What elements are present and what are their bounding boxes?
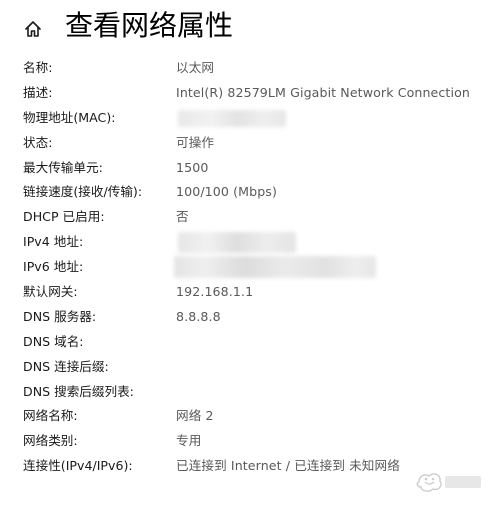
property-row: DNS 搜索后缀列表: — [0, 380, 497, 405]
property-label: DNS 域名: — [23, 333, 84, 349]
property-label: IPv6 地址: — [23, 259, 84, 275]
property-label: DHCP 已启用: — [23, 209, 105, 225]
property-label: 最大传输单元: — [23, 159, 103, 175]
property-row: 描述: Intel(R) 82579LM Gigabit Network Con… — [0, 81, 497, 106]
property-row: IPv4 地址: — [0, 230, 497, 255]
property-value[interactable]: 专用 — [176, 429, 201, 454]
redacted-value — [178, 232, 296, 254]
property-row: DNS 连接后缀: — [0, 355, 497, 380]
property-row: IPv6 地址: — [0, 255, 497, 280]
property-row: DNS 域名: — [0, 330, 497, 355]
property-value[interactable]: 192.168.1.1 — [176, 280, 253, 305]
home-button[interactable] — [18, 15, 48, 43]
redacted-value — [174, 256, 376, 279]
property-label: 默认网关: — [23, 284, 78, 300]
watermark-logo — [416, 473, 481, 492]
property-label: 状态: — [23, 134, 53, 150]
property-label: 连接性(IPv4/IPv6): — [23, 458, 133, 474]
property-value[interactable]: 100/100 (Mbps) — [176, 180, 277, 205]
property-value[interactable]: 已连接到 Internet / 已连接到 未知网络 — [176, 454, 400, 479]
property-label: 物理地址(MAC): — [23, 109, 116, 125]
property-label: 描述: — [23, 84, 53, 100]
header: 查看网络属性 — [0, 0, 497, 56]
property-row: 网络类别: 专用 — [0, 429, 497, 454]
property-value[interactable]: 否 — [176, 205, 189, 230]
property-label: DNS 服务器: — [23, 308, 97, 324]
property-label: DNS 搜索后缀列表: — [23, 383, 134, 399]
properties-list: 名称: 以太网 描述: Intel(R) 82579LM Gigabit Net… — [0, 56, 497, 479]
redacted-value — [178, 109, 286, 127]
property-label: IPv4 地址: — [23, 234, 84, 250]
property-label: DNS 连接后缀: — [23, 358, 109, 374]
property-row: DNS 服务器: 8.8.8.8 — [0, 305, 497, 330]
property-value[interactable]: 网络 2 — [176, 404, 214, 429]
property-label: 网络类别: — [23, 433, 78, 449]
property-label: 网络名称: — [23, 408, 78, 424]
property-value[interactable]: 8.8.8.8 — [176, 305, 221, 330]
property-value[interactable]: 1500 — [176, 156, 208, 181]
property-row: 默认网关: 192.168.1.1 — [0, 280, 497, 305]
page-title: 查看网络属性 — [65, 9, 234, 42]
property-row: 状态: 可操作 — [0, 131, 497, 156]
property-row: DHCP 已启用: 否 — [0, 205, 497, 230]
property-value[interactable]: 可操作 — [176, 131, 214, 156]
property-value[interactable]: Intel(R) 82579LM Gigabit Network Connect… — [176, 81, 470, 106]
property-value[interactable]: 以太网 — [176, 56, 214, 81]
home-icon — [25, 21, 41, 37]
property-row: 链接速度(接收/传输): 100/100 (Mbps) — [0, 180, 497, 205]
property-row: 名称: 以太网 — [0, 56, 497, 81]
property-label: 名称: — [23, 60, 53, 75]
property-label: 链接速度(接收/传输): — [23, 184, 143, 200]
property-row: 物理地址(MAC): — [0, 106, 497, 131]
property-row: 最大传输单元: 1500 — [0, 156, 497, 181]
property-row: 网络名称: 网络 2 — [0, 404, 497, 429]
